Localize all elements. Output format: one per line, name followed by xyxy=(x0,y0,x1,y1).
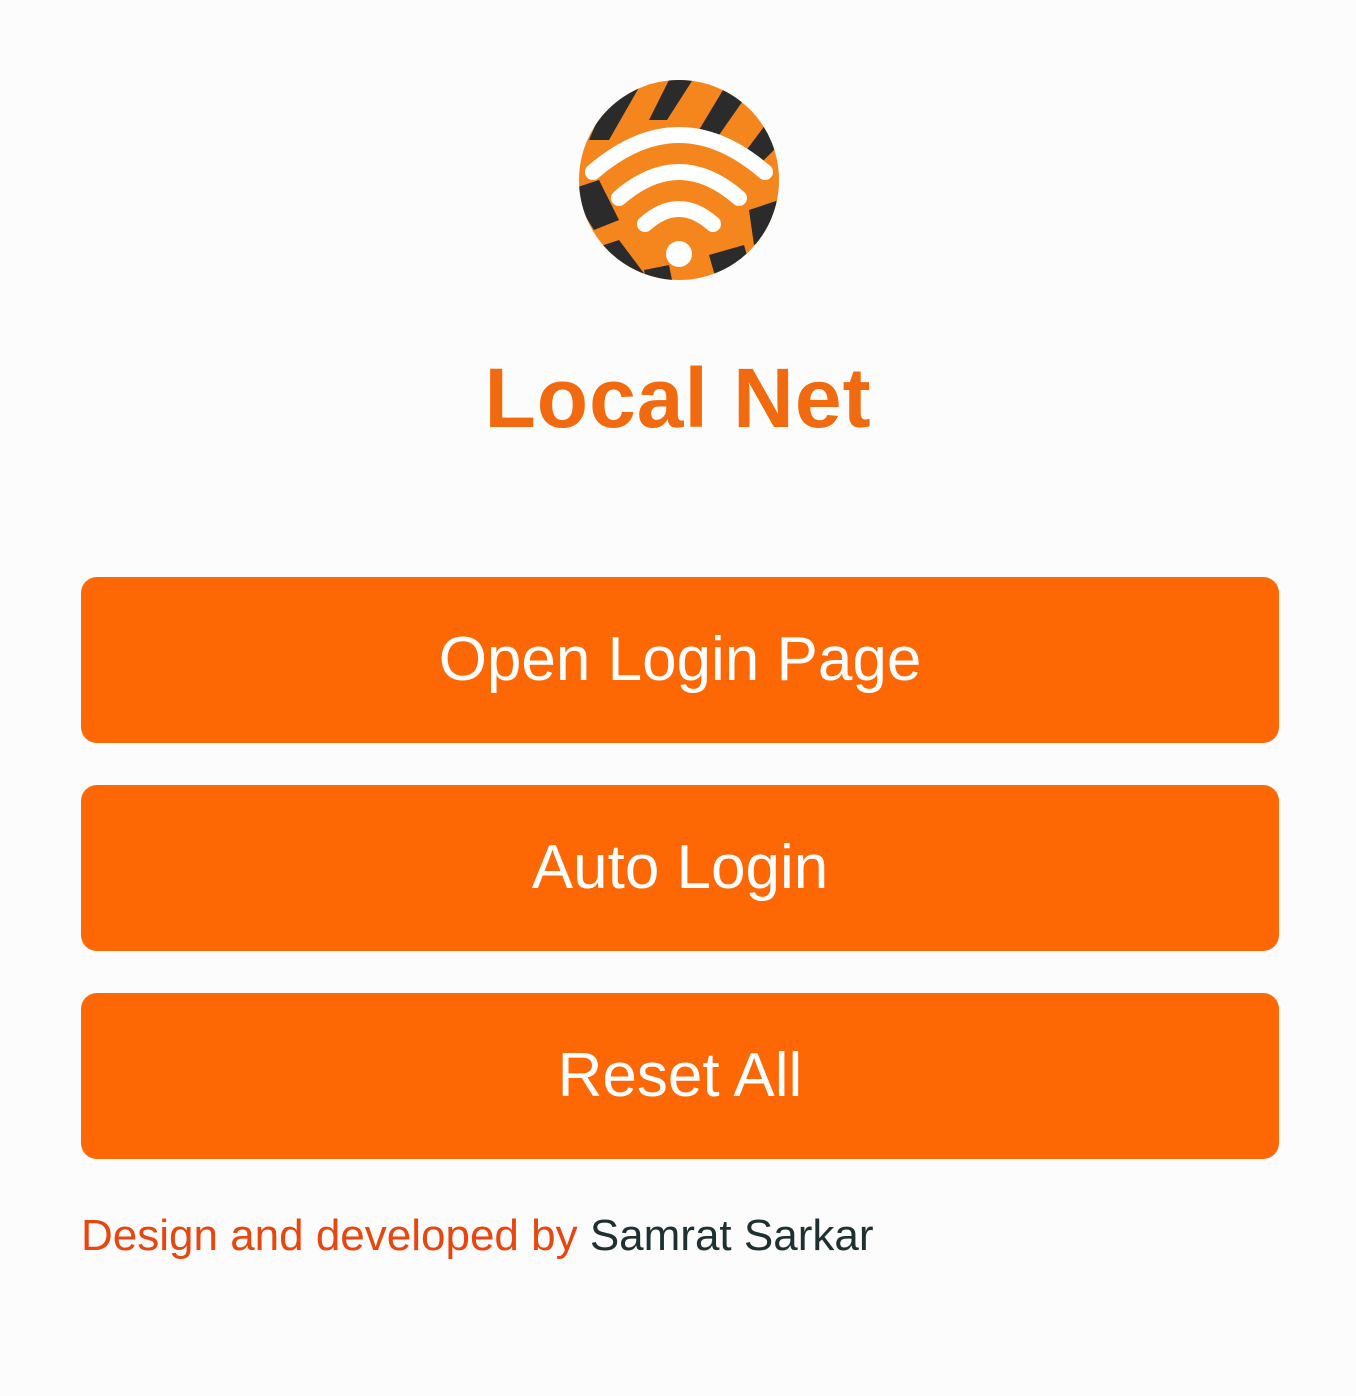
auto-login-button[interactable]: Auto Login xyxy=(81,785,1279,951)
credits-prefix: Design and developed by xyxy=(81,1211,578,1260)
wifi-tiger-icon xyxy=(579,80,779,280)
app-screen: Local Net Open Login Page Auto Login Res… xyxy=(0,0,1356,1396)
app-logo xyxy=(579,80,779,280)
credits-author: Samrat Sarkar xyxy=(589,1211,874,1260)
reset-all-button[interactable]: Reset All xyxy=(81,993,1279,1159)
app-title: Local Net xyxy=(484,351,872,445)
open-login-page-button[interactable]: Open Login Page xyxy=(81,577,1279,743)
credits-footer: Design and developed by Samrat Sarkar xyxy=(81,1206,873,1266)
